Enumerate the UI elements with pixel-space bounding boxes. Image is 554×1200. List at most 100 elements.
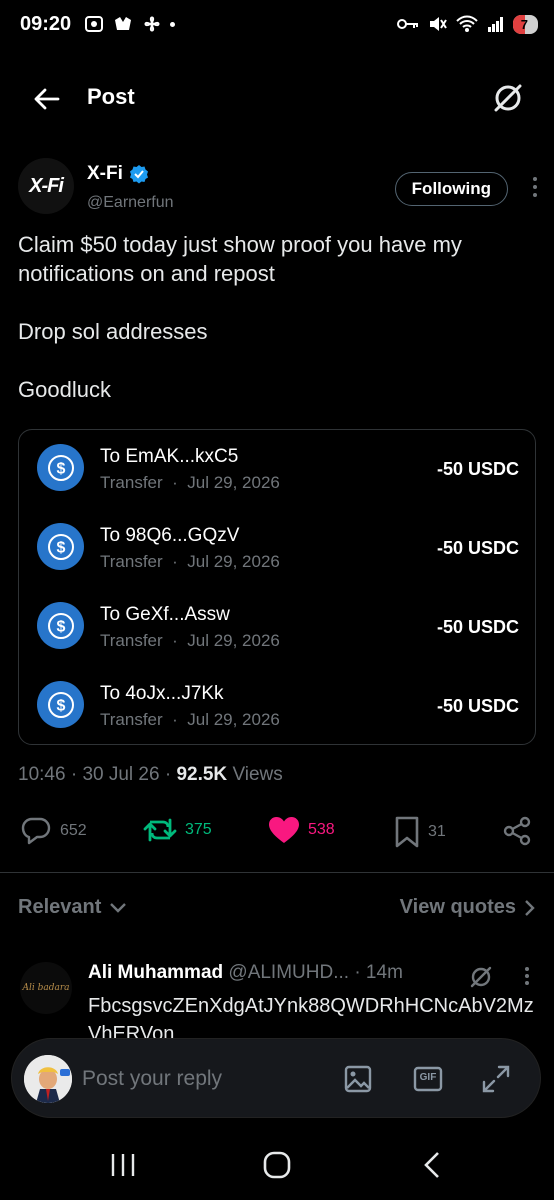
reply-avatar-signature: Ali badara [22,983,70,993]
post-paragraph: Drop sol addresses [18,319,208,344]
reply-icon [21,817,51,845]
back-button[interactable] [30,82,64,116]
reply-more-button[interactable] [524,966,530,991]
grok-icon [470,966,492,988]
post-body: Claim $50 today just show proof you have… [18,230,538,433]
reply-header: Ali Muhammad @ALIMUHD... · 14m [88,962,403,984]
author-name[interactable]: X-Fi [87,163,149,185]
system-nav-bar [0,1130,554,1200]
avatar-logo-text: X-Fi [29,174,64,197]
reply-button[interactable]: 652 [20,816,87,846]
image-icon [344,1065,372,1093]
reply-author-handle[interactable]: @ALIMUHD... [228,962,349,983]
author-handle[interactable]: @Earnerfun [87,194,174,212]
svg-text:$: $ [56,460,65,477]
recents-button[interactable] [103,1148,143,1182]
transfer-meta: Transfer · Jul 29, 2026 [100,473,280,492]
transfer-meta: Transfer · Jul 29, 2026 [100,710,280,729]
transfer-row[interactable]: $ To 4oJx...J7Kk Transfer · Jul 29, 2026… [19,667,537,747]
view-quotes-link[interactable]: View quotes [400,896,536,919]
reply-grok-button[interactable] [468,964,494,995]
reply-item[interactable]: Ali badara Ali Muhammad @ALIMUHD... · 14… [0,958,554,1048]
divider [0,872,554,873]
grok-button[interactable] [490,80,526,116]
chevron-right-icon [525,899,535,916]
chevron-down-icon [110,902,127,913]
post-paragraph: Goodluck [18,377,111,402]
status-time: 09:20 [20,13,72,35]
svg-text:$: $ [56,618,65,635]
usdc-icon: $ [37,444,84,491]
share-button[interactable] [502,816,532,846]
post-paragraph: Claim $50 today just show proof you have… [18,232,462,286]
views-count: 92.5K [176,764,228,785]
expand-button[interactable] [480,1063,512,1095]
status-bar: 09:20 7 [0,0,554,52]
more-options-button[interactable] [532,176,538,198]
transfer-amount: -50 USDC [436,538,519,558]
reply-input[interactable]: Post your reply [82,1067,222,1091]
like-button[interactable]: 538 [268,816,335,844]
gif-label: GIF [419,1072,437,1083]
more-vertical-icon [525,967,529,985]
game-icon [115,17,131,30]
replies-filter-row: Relevant View quotes [18,896,536,926]
share-icon [503,816,531,846]
status-right-icons: 7 [396,14,538,34]
bookmark-button[interactable]: 31 [394,816,446,848]
reply-composer[interactable]: Post your reply GIF [11,1038,541,1118]
image-button[interactable] [342,1063,374,1095]
notification-dot-icon [170,21,175,27]
transfer-card[interactable]: $ To EmAK...kxC5 Transfer · Jul 29, 2026… [18,429,536,745]
grok-icon [494,84,522,112]
reply-time: · 14m [354,962,403,983]
transfer-recipient: To GeXf...Assw [100,604,230,625]
bookmark-icon [395,816,419,848]
transfer-amount: -50 USDC [436,696,519,716]
transfer-row[interactable]: $ To 98Q6...GQzV Transfer · Jul 29, 2026… [19,509,537,589]
home-button[interactable] [257,1148,297,1182]
back-arrow-icon [34,88,60,110]
author-avatar[interactable]: X-Fi [18,158,74,214]
verified-badge-icon [129,165,148,184]
reply-author-name[interactable]: Ali Muhammad [88,962,223,983]
system-back-button[interactable] [412,1148,452,1182]
fan-icon [144,16,160,32]
page-title: Post [87,84,135,109]
view-quotes-label: View quotes [399,896,516,918]
repost-button[interactable]: 375 [143,816,212,844]
usdc-icon: $ [37,523,84,570]
gif-button[interactable]: GIF [412,1063,444,1095]
usdc-icon: $ [37,602,84,649]
repost-icon [143,818,177,842]
transfer-row[interactable]: $ To GeXf...Assw Transfer · Jul 29, 2026… [19,588,537,668]
sort-dropdown[interactable]: Relevant [18,896,127,919]
reply-avatar[interactable]: Ali badara [20,962,72,1014]
post-actions: 652 375 538 31 [0,810,554,854]
battery-indicator: 7 [512,14,538,34]
status-left-icons [84,14,175,34]
screenshot-icon [85,16,103,32]
recents-icon [111,1154,135,1176]
bookmark-count: 31 [428,823,446,840]
following-button[interactable]: Following [394,172,508,206]
reply-count: 652 [60,822,87,839]
post-timestamp: 10:46 · 30 Jul 26 · 92.5K Views [18,764,283,785]
home-icon [263,1151,291,1179]
repost-count: 375 [185,821,212,838]
wifi-icon [456,15,478,32]
user-avatar [24,1055,72,1103]
transfer-row[interactable]: $ To EmAK...kxC5 Transfer · Jul 29, 2026… [19,430,537,510]
svg-text:$: $ [56,539,65,556]
transfer-amount: -50 USDC [436,617,519,637]
usdc-icon: $ [37,681,84,728]
signal-icon [487,17,503,32]
back-chevron-icon [424,1152,439,1178]
transfer-recipient: To EmAK...kxC5 [100,446,239,467]
sort-label: Relevant [18,896,102,918]
expand-icon [482,1065,510,1093]
transfer-recipient: To 98Q6...GQzV [100,525,240,546]
key-icon [396,19,418,29]
heart-filled-icon [269,817,299,843]
top-app-bar: Post [0,72,554,124]
